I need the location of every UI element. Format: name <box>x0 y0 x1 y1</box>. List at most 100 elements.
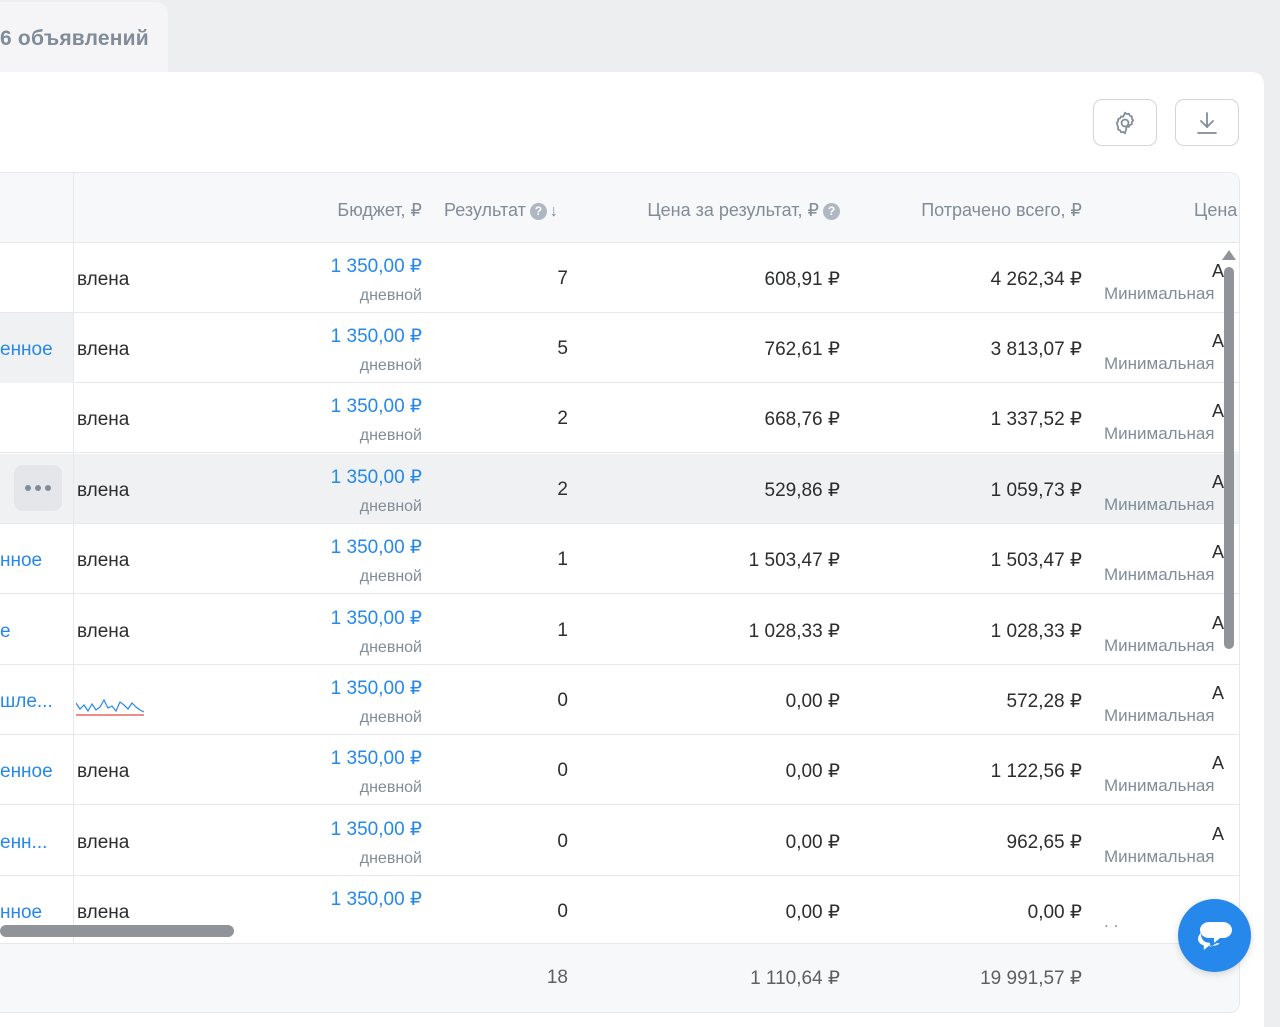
dot-icon <box>45 485 51 491</box>
spent-value: 3 813,07 ₽ <box>990 339 1082 360</box>
col-spent-total[interactable]: Потрачено всего, ₽ <box>921 200 1082 221</box>
col-result-label: Результат <box>444 200 526 220</box>
settings-button[interactable] <box>1093 99 1157 146</box>
ad-name[interactable]: нное <box>0 550 42 572</box>
ad-status: влена <box>77 409 130 430</box>
spent-value: 962,65 ₽ <box>1006 832 1082 853</box>
budget-value[interactable]: 1 350,00 ₽ <box>331 395 422 418</box>
price-strategy-label: Минимальная <box>1104 776 1215 795</box>
spent-value: 1 059,73 ₽ <box>990 480 1082 501</box>
budget-type: дневной <box>359 498 422 515</box>
budget-type: дневной <box>359 639 422 656</box>
ad-name[interactable]: е <box>0 621 11 643</box>
result-value: 5 <box>557 338 568 359</box>
price-value: 762,61 ₽ <box>764 339 840 360</box>
ads-tab-label: 6 объявлений <box>0 27 149 50</box>
price-strategy-value: А <box>1212 261 1225 281</box>
col-price-per-result-label: Цена за результат, ₽ <box>647 200 819 220</box>
result-value: 1 <box>557 620 568 641</box>
ad-status: влена <box>77 761 130 782</box>
help-icon[interactable]: ? <box>529 203 547 220</box>
budget-value[interactable]: 1 350,00 ₽ <box>331 677 422 700</box>
total-price: 1 110,64 ₽ <box>750 968 840 989</box>
frozen-column-header <box>0 173 74 243</box>
ad-name[interactable]: нное <box>0 902 42 924</box>
price-strategy-label: Минимальная <box>1104 354 1215 373</box>
budget-type: дневной <box>359 568 422 585</box>
price-strategy-label: Минимальная <box>1104 565 1215 584</box>
table-row[interactable]: нное влена 1 350,00 ₽ дневной 1 1 503,47… <box>0 524 1239 594</box>
price-value: 0,00 ₽ <box>785 902 840 923</box>
result-value: 0 <box>557 690 568 711</box>
budget-value[interactable]: 1 350,00 ₽ <box>331 466 422 489</box>
gear-icon <box>1115 111 1135 134</box>
ad-name[interactable]: енное <box>0 761 53 783</box>
mini-stats-sparkline[interactable] <box>76 695 144 717</box>
budget-value[interactable]: 1 350,00 ₽ <box>331 818 422 841</box>
col-budget[interactable]: Бюджет, ₽ <box>337 200 422 221</box>
result-value: 0 <box>557 901 568 922</box>
price-value: 0,00 ₽ <box>785 691 840 712</box>
download-button[interactable] <box>1175 99 1239 146</box>
table-row[interactable]: енн... влена 1 350,00 ₽ дневной 0 0,00 ₽… <box>0 806 1239 876</box>
vertical-scrollbar[interactable] <box>1224 267 1234 649</box>
result-value: 1 <box>557 549 568 570</box>
budget-value[interactable]: 1 350,00 ₽ <box>331 536 422 559</box>
spent-value: 1 028,33 ₽ <box>990 621 1082 642</box>
ad-name[interactable]: шле... <box>0 691 53 713</box>
result-value: 0 <box>557 831 568 852</box>
ad-status: влена <box>77 269 130 290</box>
result-value: 2 <box>557 479 568 500</box>
price-strategy-value: А <box>1212 472 1225 492</box>
row-more-button[interactable] <box>14 465 62 511</box>
table-row[interactable]: шле... 1 350,00 ₽ дневной 0 0,00 ₽ 572,2… <box>0 665 1239 735</box>
result-value: 0 <box>557 760 568 781</box>
budget-value[interactable]: 1 350,00 ₽ <box>331 255 422 278</box>
scroll-up-arrow-icon[interactable] <box>1222 250 1236 260</box>
budget-value[interactable]: 1 350,00 ₽ <box>331 747 422 770</box>
budget-type: дневной <box>359 287 422 304</box>
horizontal-scrollbar[interactable] <box>0 925 234 937</box>
table-row[interactable]: влена 1 350,00 ₽ дневной 2 529,86 ₽ 1 05… <box>0 454 1239 524</box>
table-row[interactable]: е влена 1 350,00 ₽ дневной 1 1 028,33 ₽ … <box>0 595 1239 665</box>
price-strategy-value: А <box>1212 401 1225 421</box>
price-value: 529,86 ₽ <box>764 480 840 501</box>
download-icon <box>1197 111 1217 134</box>
budget-type: дневной <box>359 709 422 726</box>
spent-value: 572,28 ₽ <box>1006 691 1082 712</box>
ads-tab[interactable]: 6 объявлений <box>0 2 168 72</box>
col-result[interactable]: Результат? ↓ <box>444 200 558 221</box>
price-strategy-label: Минимальная <box>1104 706 1215 725</box>
col-price[interactable]: Цена <box>1194 200 1237 221</box>
table-row[interactable]: влена 1 350,00 ₽ дневной 2 668,76 ₽ 1 33… <box>0 383 1239 453</box>
price-strategy-value: А <box>1212 753 1225 773</box>
spent-value: 4 262,34 ₽ <box>990 269 1082 290</box>
price-strategy-label: Минимальная <box>1104 495 1215 514</box>
ad-name[interactable]: енн... <box>0 832 47 854</box>
chat-button[interactable] <box>1178 899 1251 972</box>
ad-status: влена <box>77 902 130 923</box>
help-icon[interactable]: ? <box>823 203 840 220</box>
budget-value[interactable]: 1 350,00 ₽ <box>331 325 422 348</box>
price-value: 1 503,47 ₽ <box>748 550 840 571</box>
budget-value[interactable]: 1 350,00 ₽ <box>331 888 422 911</box>
table-row[interactable]: енное влена 1 350,00 ₽ дневной 0 0,00 ₽ … <box>0 735 1239 805</box>
price-value: 608,91 ₽ <box>764 269 840 290</box>
chat-bubbles-icon <box>1197 921 1232 950</box>
total-result: 18 <box>546 967 568 988</box>
spent-value: 0,00 ₽ <box>1027 902 1082 923</box>
budget-type: дневной <box>359 850 422 867</box>
ad-name[interactable]: енное <box>0 339 53 361</box>
ad-status: влена <box>77 480 130 501</box>
col-price-per-result[interactable]: Цена за результат, ₽? <box>647 200 840 221</box>
spent-value: 1 122,56 ₽ <box>990 761 1082 782</box>
price-value: 0,00 ₽ <box>785 832 840 853</box>
price-strategy-label: Минимальная <box>1104 636 1215 655</box>
spent-value: 1 503,47 ₽ <box>990 550 1082 571</box>
price-strategy-value: А <box>1212 824 1225 844</box>
ad-status: влена <box>77 339 130 360</box>
table-row[interactable]: енное влена 1 350,00 ₽ дневной 5 762,61 … <box>0 313 1239 383</box>
table-row[interactable]: влена 1 350,00 ₽ дневной 7 608,91 ₽ 4 26… <box>0 243 1239 313</box>
budget-value[interactable]: 1 350,00 ₽ <box>331 607 422 630</box>
dot-icon <box>35 485 41 491</box>
